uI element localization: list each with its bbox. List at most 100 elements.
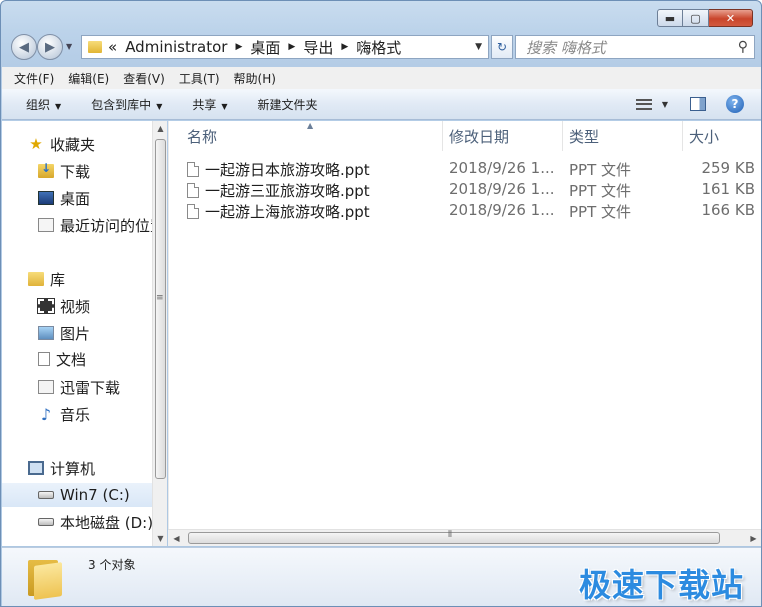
scroll-up-arrow-icon[interactable]: ▲ bbox=[153, 121, 168, 136]
navigation-pane-scrollbar[interactable]: ▲ ≡ ▼ bbox=[152, 121, 167, 546]
sidebar-computer[interactable]: 计算机 bbox=[2, 456, 152, 480]
scrollbar-thumb[interactable] bbox=[155, 139, 166, 479]
organize-button[interactable]: 组织 ▼ bbox=[26, 96, 61, 113]
details-pane: 3 个对象 极速下载站 bbox=[2, 547, 761, 606]
sidebar-item-thunder-downloads[interactable]: 迅雷下载 bbox=[2, 375, 152, 399]
maximize-button[interactable]: ▢ bbox=[683, 9, 709, 27]
sidebar-favorites[interactable]: ★ 收藏夹 bbox=[2, 132, 152, 156]
sidebar-item-pictures[interactable]: 图片 bbox=[2, 321, 152, 345]
table-row[interactable]: 一起游上海旅游攻略.ppt bbox=[187, 201, 370, 222]
sidebar-item-label: 图片 bbox=[60, 324, 91, 343]
sidebar-libraries[interactable]: 库 bbox=[2, 267, 152, 291]
file-name: 一起游上海旅游攻略.ppt bbox=[205, 203, 370, 221]
scroll-down-arrow-icon[interactable]: ▼ bbox=[153, 531, 168, 546]
minimize-button[interactable]: ▬ bbox=[657, 9, 683, 27]
picture-library-icon bbox=[38, 326, 54, 340]
sidebar-item-label: 库 bbox=[50, 270, 66, 289]
sidebar-item-label: Win7 (C:) bbox=[60, 486, 130, 504]
command-bar: 组织 ▼ 包含到库中 ▼ 共享 ▼ 新建文件夹 ▼ ? bbox=[2, 89, 761, 120]
menu-edit[interactable]: 编辑(E) bbox=[68, 70, 109, 87]
sidebar-item-label: 计算机 bbox=[50, 459, 96, 478]
refresh-button[interactable]: ↻ bbox=[491, 35, 513, 59]
recent-pages-dropdown[interactable]: ▼ bbox=[66, 42, 72, 51]
sidebar-item-label: 文档 bbox=[56, 350, 87, 369]
breadcrumb-current[interactable]: 嗨格式 bbox=[356, 37, 401, 58]
sidebar-item-videos[interactable]: 视频 bbox=[2, 294, 152, 318]
breadcrumb-desktop[interactable]: 桌面 bbox=[250, 37, 280, 58]
breadcrumb-administrator[interactable]: Administrator bbox=[125, 38, 227, 56]
scrollbar-thumb[interactable] bbox=[188, 532, 720, 544]
breadcrumb-export[interactable]: 导出 bbox=[303, 37, 333, 58]
file-list-horizontal-scrollbar[interactable]: ◀ ⦀ ▶ bbox=[168, 529, 761, 547]
sidebar-item-label: 最近访问的位置 bbox=[60, 216, 152, 235]
menu-view[interactable]: 查看(V) bbox=[123, 70, 165, 87]
breadcrumb-separator-icon[interactable]: ▶ bbox=[288, 42, 295, 52]
close-button[interactable]: ✕ bbox=[709, 9, 753, 27]
folder-icon bbox=[88, 41, 102, 53]
table-row[interactable]: 一起游日本旅游攻略.ppt bbox=[187, 159, 370, 180]
address-bar[interactable]: « Administrator ▶ 桌面 ▶ 导出 ▶ 嗨格式 ▼ bbox=[81, 35, 489, 59]
navigation-pane: ★ 收藏夹 下载 桌面 最近访问的位置 库 视频 图片 文档 迅雷下载 ♪ 音乐 计… bbox=[2, 121, 152, 546]
file-type: PPT 文件 bbox=[569, 161, 632, 179]
sidebar-item-desktop[interactable]: 桌面 bbox=[2, 186, 152, 210]
file-size: 166 KB bbox=[701, 201, 755, 219]
scroll-right-arrow-icon[interactable]: ▶ bbox=[745, 530, 761, 547]
sidebar-item-label: 音乐 bbox=[60, 405, 91, 424]
recent-places-icon bbox=[38, 218, 54, 232]
sidebar-item-label: 下载 bbox=[60, 162, 91, 181]
breadcrumb-separator-icon[interactable]: ▶ bbox=[235, 42, 242, 52]
file-name: 一起游日本旅游攻略.ppt bbox=[205, 161, 370, 179]
breadcrumb-overflow[interactable]: « bbox=[108, 38, 117, 56]
site-watermark: 极速下载站 bbox=[578, 566, 744, 604]
menu-file[interactable]: 文件(F) bbox=[14, 70, 54, 87]
column-header-type[interactable]: 类型 bbox=[563, 121, 683, 151]
object-count: 3 个对象 bbox=[88, 558, 136, 572]
search-placeholder: 搜索 嗨格式 bbox=[526, 38, 606, 57]
new-folder-button[interactable]: 新建文件夹 bbox=[258, 96, 318, 113]
search-icon[interactable]: ⚲ bbox=[738, 39, 748, 55]
file-modified: 2018/9/26 1... bbox=[449, 180, 555, 198]
chevron-down-icon: ▼ bbox=[55, 101, 62, 111]
sidebar-item-documents[interactable]: 文档 bbox=[2, 347, 152, 371]
file-size: 259 KB bbox=[701, 159, 755, 177]
help-icon[interactable]: ? bbox=[726, 95, 744, 113]
thunder-download-icon bbox=[38, 380, 54, 394]
menu-bar: 文件(F) 编辑(E) 查看(V) 工具(T) 帮助(H) bbox=[2, 67, 761, 89]
address-dropdown-icon[interactable]: ▼ bbox=[475, 42, 482, 52]
menu-help[interactable]: 帮助(H) bbox=[234, 70, 276, 87]
sidebar-item-music[interactable]: ♪ 音乐 bbox=[2, 402, 152, 426]
navigation-bar: ◀ ▶ ▼ « Administrator ▶ 桌面 ▶ 导出 ▶ 嗨格式 ▼ … bbox=[9, 32, 755, 60]
preview-pane-icon[interactable] bbox=[690, 97, 706, 111]
column-header-label: 修改日期 bbox=[449, 127, 510, 146]
sidebar-item-downloads[interactable]: 下载 bbox=[2, 159, 152, 183]
back-button[interactable]: ◀ bbox=[11, 34, 37, 60]
refresh-icon: ↻ bbox=[496, 40, 508, 54]
menu-tools[interactable]: 工具(T) bbox=[179, 70, 220, 87]
explorer-window: ▬ ▢ ✕ ◀ ▶ ▼ « Administrator ▶ 桌面 ▶ 导出 ▶ … bbox=[0, 0, 762, 607]
change-view-icon[interactable] bbox=[635, 98, 652, 110]
sort-ascending-icon: ▲ bbox=[307, 121, 314, 130]
drive-icon bbox=[38, 491, 54, 499]
chevron-down-icon: ▼ bbox=[221, 101, 228, 111]
downloads-folder-icon bbox=[38, 161, 54, 178]
sidebar-item-drive-c[interactable]: Win7 (C:) bbox=[2, 483, 152, 507]
column-header-modified[interactable]: 修改日期 bbox=[443, 121, 563, 151]
table-row[interactable]: 一起游三亚旅游攻略.ppt bbox=[187, 180, 370, 201]
scroll-left-arrow-icon[interactable]: ◀ bbox=[168, 530, 185, 547]
share-button[interactable]: 共享 ▼ bbox=[192, 96, 227, 113]
music-note-icon: ♪ bbox=[40, 404, 52, 424]
star-icon: ★ bbox=[29, 135, 43, 153]
column-header-label: 名称 bbox=[187, 127, 218, 146]
forward-button[interactable]: ▶ bbox=[37, 34, 63, 60]
file-modified: 2018/9/26 1... bbox=[449, 159, 555, 177]
forward-arrow-icon: ▶ bbox=[45, 39, 55, 55]
sidebar-item-drive-d[interactable]: 本地磁盘 (D:) bbox=[2, 510, 152, 534]
sidebar-item-recent[interactable]: 最近访问的位置 bbox=[2, 213, 152, 237]
search-input[interactable]: 搜索 嗨格式 ⚲ bbox=[515, 35, 755, 59]
include-in-library-button[interactable]: 包含到库中 ▼ bbox=[91, 96, 162, 113]
breadcrumb-separator-icon[interactable]: ▶ bbox=[341, 42, 348, 52]
back-arrow-icon: ◀ bbox=[19, 39, 29, 55]
column-header-size[interactable]: 大小 bbox=[683, 121, 761, 151]
sidebar-item-label: 桌面 bbox=[60, 189, 91, 208]
view-options-dropdown[interactable]: ▼ bbox=[662, 100, 668, 109]
